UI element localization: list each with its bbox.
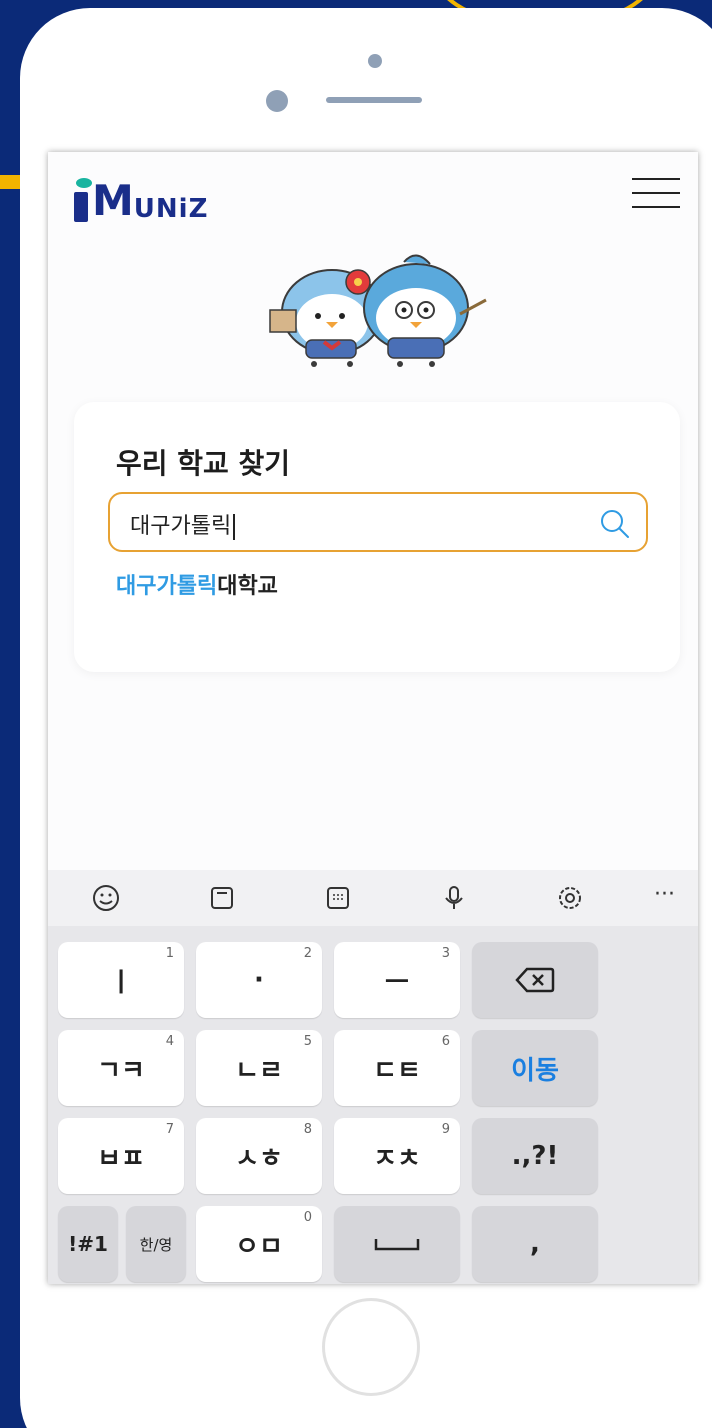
key-giyeok[interactable]: ㄱㅋ 4 (58, 1030, 184, 1106)
key-label: 이동 (511, 1055, 559, 1086)
earpiece-speaker (326, 97, 422, 103)
key-dot[interactable]: · 2 (196, 942, 322, 1018)
app-logo[interactable]: M UNiZ (74, 178, 208, 222)
logo-dot (76, 178, 92, 188)
hamburger-line (632, 178, 680, 180)
key-nieun[interactable]: ㄴㄹ 5 (196, 1030, 322, 1106)
logo-i-stem (74, 192, 88, 222)
key-number: 2 (303, 946, 312, 961)
key-number: 6 (441, 1034, 450, 1049)
key-eu[interactable]: ㅡ3 (334, 942, 460, 1018)
settings-icon[interactable] (552, 880, 588, 916)
search-input[interactable]: 대구가톨릭 (108, 492, 648, 552)
key-label: ㅇㅁ (235, 1231, 283, 1262)
key-digeut[interactable]: ㄷㅌ 6 (334, 1030, 460, 1106)
key-label: ㅅㅎ (235, 1143, 283, 1174)
key-number: 5 (303, 1034, 312, 1049)
key-label: ㄴㄹ (235, 1055, 283, 1086)
key-label: ㄷㅌ (373, 1055, 421, 1086)
key-label: , (530, 1229, 540, 1259)
keypad-icon[interactable] (320, 880, 356, 916)
search-icon[interactable] (598, 507, 632, 541)
backspace-key[interactable] (472, 942, 598, 1018)
key-label: ㅡ (385, 967, 409, 998)
key-label: .,?! (511, 1141, 559, 1171)
backspace-icon (515, 967, 555, 993)
more-icon[interactable]: ··· (654, 882, 675, 907)
search-input-value: 대구가톨릭 (130, 508, 236, 540)
logo-text: UNiZ (133, 194, 209, 224)
text-cursor (233, 514, 236, 540)
search-input-text: 대구가톨릭 (130, 514, 232, 539)
hamburger-line (632, 206, 680, 208)
key-number: 0 (303, 1210, 312, 1225)
key-ieung[interactable]: ㅇㅁ 0 (196, 1206, 322, 1282)
key-label: ㅈㅊ (373, 1143, 421, 1174)
clipboard-icon[interactable] (204, 880, 240, 916)
key-number: 7 (165, 1122, 174, 1137)
key-bieup[interactable]: ㅂㅍ 7 (58, 1118, 184, 1194)
key-label: ㅂㅍ (97, 1143, 145, 1174)
home-button[interactable] (322, 1298, 420, 1396)
punctuation-key[interactable]: .,?! (472, 1118, 598, 1194)
logo-m: M (92, 176, 134, 225)
key-number: 3 (441, 946, 450, 961)
key-label: ㄱㅋ (97, 1055, 145, 1086)
key-number: 1 (165, 946, 174, 961)
space-key[interactable] (334, 1206, 460, 1282)
go-key[interactable]: 이동 (472, 1030, 598, 1106)
front-camera (368, 54, 382, 68)
emoji-icon[interactable] (88, 880, 124, 916)
phone-screen: M UNiZ 우리 학교 찾기 대구가톨릭 대구가톨릭대학교 ··· ㅣ 1 ·… (48, 152, 698, 1284)
key-label: · (254, 965, 264, 995)
suggestion-highlight: 대구가톨릭 (116, 574, 218, 599)
keyboard-toolbar: ··· (48, 870, 698, 926)
key-siot[interactable]: ㅅㅎ 8 (196, 1118, 322, 1194)
key-i[interactable]: ㅣ1 (58, 942, 184, 1018)
symbols-key[interactable]: !#1 (58, 1206, 118, 1282)
key-number: 4 (165, 1034, 174, 1049)
mascot-illustration (269, 254, 487, 367)
proximity-sensor (266, 90, 288, 112)
key-label: ㅣ (109, 967, 133, 998)
language-switch-key[interactable]: 한/영 (126, 1206, 186, 1282)
microphone-icon[interactable] (436, 880, 472, 916)
page-title: 우리 학교 찾기 (116, 447, 291, 480)
menu-button[interactable] (632, 176, 680, 210)
search-suggestion-item[interactable]: 대구가톨릭대학교 (116, 568, 278, 600)
keyboard: ㅣ1 · 2 ㅡ3 ㄱㅋ 4 ㄴㄹ 5 ㄷㅌ 6 이동 ㅂㅍ 7 ㅅㅎ 8 ㅈㅊ 9 .,?!… (48, 926, 698, 1284)
key-jieut[interactable]: ㅈㅊ 9 (334, 1118, 460, 1194)
comma-key[interactable]: , (472, 1206, 598, 1282)
key-label: 한/영 (139, 1235, 173, 1254)
key-number: 9 (441, 1122, 450, 1137)
key-label: !#1 (68, 1232, 108, 1256)
space-icon (374, 1239, 420, 1251)
suggestion-rest: 대학교 (217, 574, 278, 599)
key-number: 8 (303, 1122, 312, 1137)
hamburger-line (632, 192, 680, 194)
